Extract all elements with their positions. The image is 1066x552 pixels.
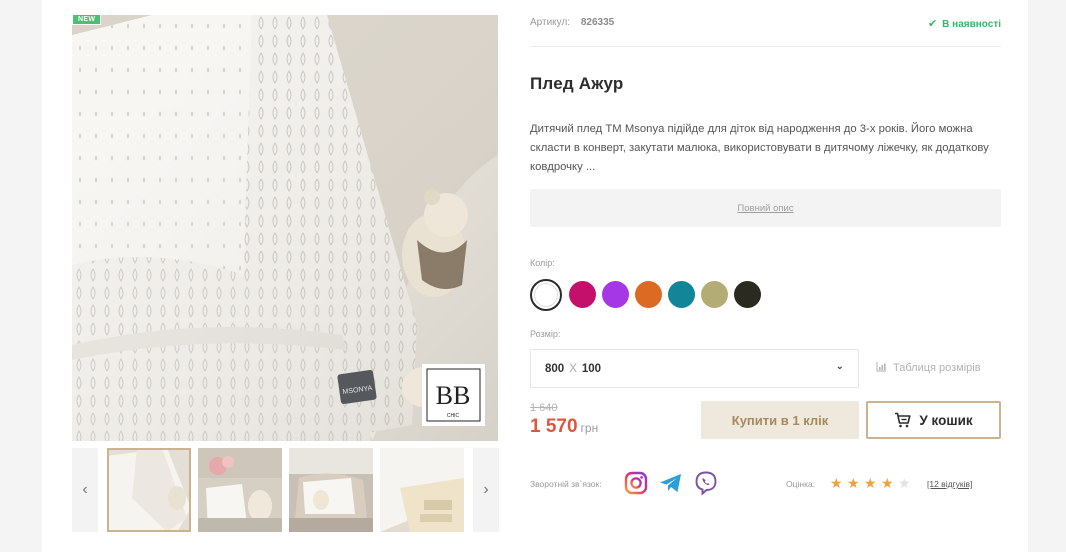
thumbnail-image [198,448,282,532]
check-icon: ✔ [927,18,938,30]
color-swatch-7[interactable] [734,281,761,308]
instagram-icon[interactable] [623,470,649,496]
size-table-link[interactable]: Таблиця розмірів [876,362,981,375]
rating-label: Оцінка: [786,479,816,489]
product-title: Плед Ажур [530,74,624,93]
thumbnail-strip: ‹ › [72,448,500,532]
currency: грн [580,421,599,435]
chevron-left-icon: ‹ [82,481,88,498]
thumbnail-1[interactable] [107,448,191,532]
stock-status: ✔ В наявності [928,17,1001,30]
size-label: Розмір: [530,329,561,339]
add-to-cart-label: У кошик [919,412,973,428]
sku-row: Артикул: 826335 ✔ В наявності [530,17,1001,47]
star-icon[interactable]: ★ [830,475,843,491]
thumbnail-image [380,448,464,532]
full-description-link[interactable]: Повний опис [737,203,793,214]
current-price: 1 570 грн [530,416,598,438]
size-table-text: Таблиця розмірів [893,362,981,374]
thumb-prev-arrow[interactable]: ‹ [72,448,98,532]
main-product-photo[interactable]: MSONYA ВВ CHIC [72,15,498,441]
viber-icon[interactable] [693,470,719,496]
thumb-next-arrow[interactable]: › [473,448,499,532]
blanket-photo-illustration: MSONYA ВВ CHIC [72,15,498,441]
sku-value: 826335 [580,17,615,28]
star-icon[interactable]: ★ [881,475,894,491]
thumbnail-4[interactable] [380,448,464,532]
thumbnail-image [107,448,191,532]
size-width: 800 [545,362,565,375]
telegram-icon[interactable] [658,470,684,496]
cart-icon [894,412,911,428]
new-badge: NEW [72,14,102,25]
star-icon[interactable]: ★ [847,475,860,491]
product-description: Дитячий плед ТМ Msonya підійде для діток… [530,123,989,173]
chart-bar-icon [876,362,887,375]
size-separator: X [569,362,577,375]
feedback-label: Зворотній зв`язок: [530,479,602,489]
thumbnail-3[interactable] [289,448,373,532]
brand-logo-sub: CHIC [447,413,460,419]
chevron-right-icon: › [483,481,489,498]
color-swatch-6[interactable] [701,281,728,308]
full-description-box: Повний опис [530,189,1001,227]
brand-logo-text: ВВ [436,381,471,410]
color-swatch-1[interactable] [530,279,562,311]
chevron-down-icon: ⌄ [835,361,844,372]
product-info: Артикул: 826335 ✔ В наявності Плед Ажур Д… [530,0,1001,552]
size-height: 100 [581,362,602,375]
thumbnail-2[interactable] [198,448,282,532]
color-swatch-4[interactable] [635,281,662,308]
current-price-value: 1 570 [530,416,578,437]
color-label: Колір: [530,258,555,268]
star-icon[interactable]: ★ [898,475,911,491]
color-swatch-5[interactable] [668,281,695,308]
sku-label: Артикул: [530,17,571,28]
size-select[interactable]: 800 X 100 ⌄ [530,349,859,388]
thumbnail-image [289,448,373,532]
buy-one-click-button[interactable]: Купити в 1 клік [701,401,859,439]
old-price: 1 640 [530,402,558,414]
star-icon[interactable]: ★ [864,475,877,491]
color-swatch-3[interactable] [602,281,629,308]
add-to-cart-button[interactable]: У кошик [866,401,1001,439]
stock-status-text: В наявності [942,19,1001,30]
color-swatch-2[interactable] [569,281,596,308]
reviews-link[interactable]: [12 відгуків] [927,479,972,489]
